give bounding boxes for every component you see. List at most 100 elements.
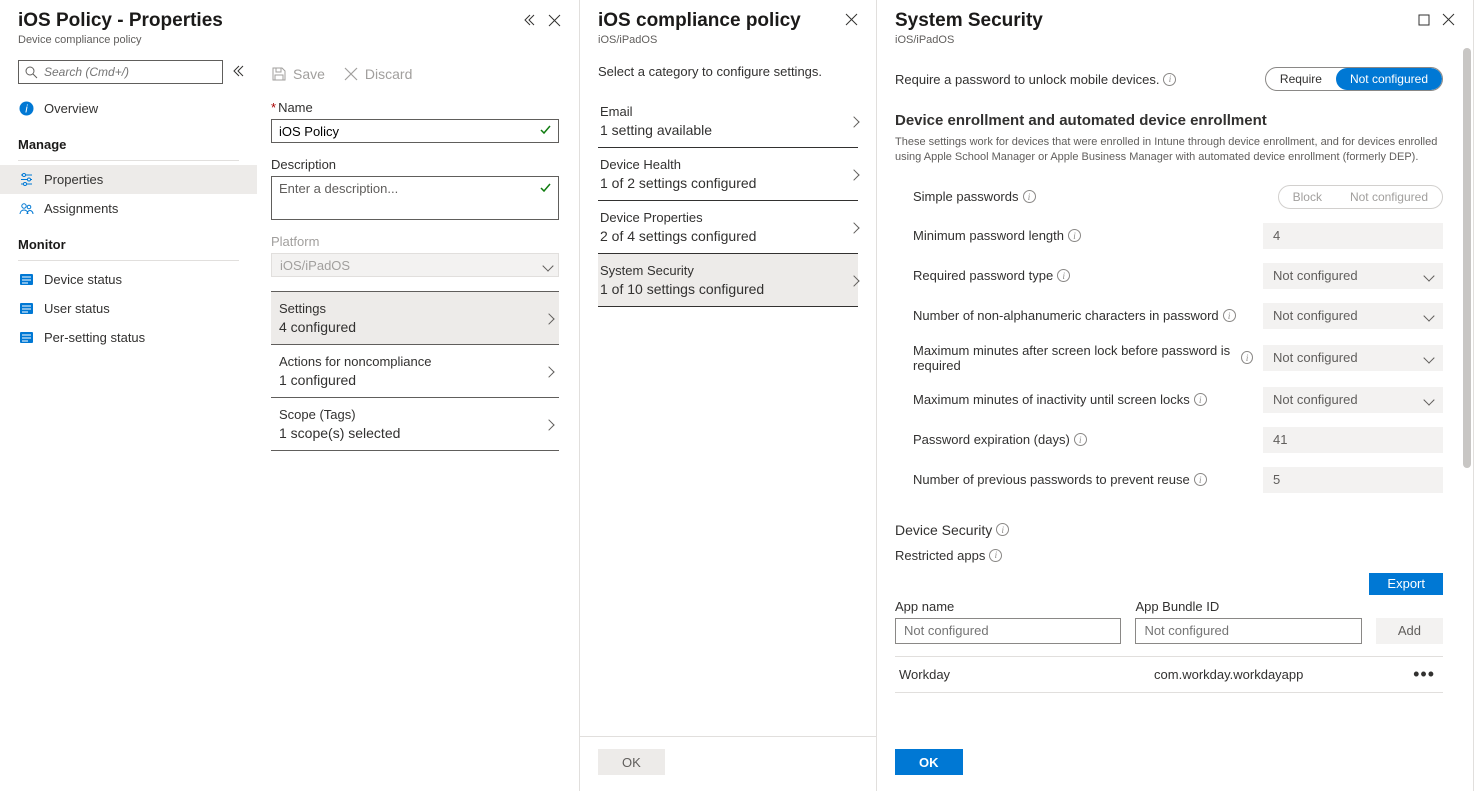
scrollbar[interactable] — [1463, 48, 1471, 751]
app-name-input[interactable] — [895, 618, 1121, 644]
info-icon[interactable]: i — [1241, 351, 1253, 364]
category-device-properties-name: Device Properties — [600, 210, 756, 225]
category-device-properties-sub: 2 of 4 settings configured — [600, 228, 756, 244]
info-icon[interactable]: i — [996, 523, 1009, 536]
description-input[interactable]: Enter a description... — [271, 176, 559, 220]
nav-properties-label: Properties — [44, 172, 103, 187]
chevron-down-icon — [1425, 268, 1433, 283]
toggle-not-configured[interactable]: Not configured — [1336, 68, 1442, 90]
properties-icon — [18, 172, 34, 187]
chevron-down-icon — [1425, 350, 1433, 365]
row-settings[interactable]: Settings 4 configured — [271, 291, 559, 345]
nav-overview[interactable]: i Overview — [0, 94, 257, 123]
chevron-right-icon — [545, 311, 553, 326]
nav-properties[interactable]: Properties — [0, 165, 257, 194]
row-settings-sub: 4 configured — [279, 319, 356, 335]
category-email-sub: 1 setting available — [600, 122, 712, 138]
search-input[interactable] — [18, 60, 223, 84]
info-icon[interactable]: i — [1057, 269, 1070, 282]
toggle-block: Block — [1279, 186, 1336, 208]
require-password-toggle[interactable]: Require Not configured — [1265, 67, 1443, 91]
category-device-health-name: Device Health — [600, 157, 756, 172]
divider — [18, 260, 239, 261]
check-icon — [539, 181, 552, 197]
required-type-value: Not configured — [1273, 268, 1358, 283]
simple-passwords-toggle: Block Not configured — [1278, 185, 1443, 209]
row-settings-title: Settings — [279, 301, 356, 316]
info-icon[interactable]: i — [1163, 73, 1176, 86]
discard-icon — [343, 66, 359, 82]
max-inactivity-value: Not configured — [1273, 392, 1358, 407]
chevron-down-icon — [544, 258, 552, 273]
chevron-right-icon — [545, 364, 553, 379]
max-inactivity-label: Maximum minutes of inactivity until scre… — [913, 392, 1253, 407]
category-device-properties[interactable]: Device Properties 2 of 4 settings config… — [598, 201, 858, 254]
bundle-id-input[interactable] — [1135, 618, 1361, 644]
check-icon — [539, 123, 552, 139]
category-email[interactable]: Email 1 setting available — [598, 95, 858, 148]
info-icon[interactable]: i — [1074, 433, 1087, 446]
nav-per-setting-status-label: Per-setting status — [44, 330, 145, 345]
row-actions[interactable]: Actions for noncompliance 1 configured — [271, 345, 559, 398]
collapse-sidebar-icon[interactable] — [231, 64, 245, 81]
close-icon[interactable] — [1442, 13, 1455, 26]
ok-button[interactable]: OK — [598, 749, 665, 775]
toggle-require[interactable]: Require — [1266, 68, 1336, 90]
chevron-right-icon — [850, 167, 858, 182]
category-system-security[interactable]: System Security 1 of 10 settings configu… — [598, 254, 858, 307]
row-scope[interactable]: Scope (Tags) 1 scope(s) selected — [271, 398, 559, 451]
prev-reuse-input[interactable] — [1263, 467, 1443, 493]
name-input[interactable] — [271, 119, 559, 143]
nav-section-monitor: Monitor — [0, 223, 257, 258]
category-system-security-sub: 1 of 10 settings configured — [600, 281, 764, 297]
close-icon[interactable] — [845, 13, 858, 26]
pw-expiration-label: Password expiration (days)i — [913, 432, 1253, 447]
non-alpha-select[interactable]: Not configured — [1263, 303, 1443, 329]
category-device-health-sub: 1 of 2 settings configured — [600, 175, 756, 191]
more-icon[interactable]: ••• — [1409, 671, 1439, 677]
app-row-name: Workday — [899, 667, 1154, 682]
nav-device-status[interactable]: Device status — [0, 265, 257, 294]
pw-expiration-input[interactable] — [1263, 427, 1443, 453]
device-security-heading: Device Securityi — [895, 522, 1443, 538]
info-icon[interactable]: i — [1068, 229, 1081, 242]
collapse-icon[interactable] — [522, 13, 536, 27]
category-hint: Select a category to configure settings. — [598, 64, 858, 79]
required-type-select[interactable]: Not configured — [1263, 263, 1443, 289]
min-length-input[interactable] — [1263, 223, 1443, 249]
save-button[interactable]: Save — [271, 66, 325, 82]
info-icon[interactable]: i — [1023, 190, 1036, 203]
info-icon[interactable]: i — [1194, 473, 1207, 486]
discard-button[interactable]: Discard — [343, 66, 412, 82]
row-scope-sub: 1 scope(s) selected — [279, 425, 400, 441]
nav-per-setting-status[interactable]: Per-setting status — [0, 323, 257, 352]
panel2-subtitle: iOS/iPadOS — [598, 34, 801, 46]
app-row: Workday com.workday.workdayapp ••• — [895, 656, 1443, 693]
maximize-icon[interactable] — [1418, 14, 1430, 26]
row-actions-sub: 1 configured — [279, 372, 431, 388]
nav-user-status[interactable]: User status — [0, 294, 257, 323]
max-inactivity-select[interactable]: Not configured — [1263, 387, 1443, 413]
chevron-right-icon — [850, 114, 858, 129]
nav-assignments[interactable]: Assignments — [0, 194, 257, 223]
category-email-name: Email — [600, 104, 712, 119]
ok-button[interactable]: OK — [895, 749, 963, 775]
info-icon: i — [18, 101, 34, 116]
prev-reuse-label: Number of previous passwords to prevent … — [913, 472, 1253, 487]
panel2-title: iOS compliance policy — [598, 10, 801, 32]
category-device-health[interactable]: Device Health 1 of 2 settings configured — [598, 148, 858, 201]
info-icon[interactable]: i — [989, 549, 1002, 562]
search-icon — [25, 66, 38, 79]
max-after-lock-select[interactable]: Not configured — [1263, 345, 1443, 371]
require-password-label: Require a password to unlock mobile devi… — [895, 72, 1255, 87]
info-icon[interactable]: i — [1194, 393, 1207, 406]
add-button[interactable]: Add — [1376, 618, 1443, 644]
close-icon[interactable] — [548, 14, 561, 27]
simple-passwords-label: Simple passwordsi — [913, 189, 1268, 204]
divider — [18, 160, 239, 161]
export-button[interactable]: Export — [1369, 573, 1443, 595]
info-icon[interactable]: i — [1223, 309, 1236, 322]
panel3-subtitle: iOS/iPadOS — [895, 34, 1043, 46]
platform-select: iOS/iPadOS — [271, 253, 559, 277]
platform-label: Platform — [271, 234, 559, 249]
